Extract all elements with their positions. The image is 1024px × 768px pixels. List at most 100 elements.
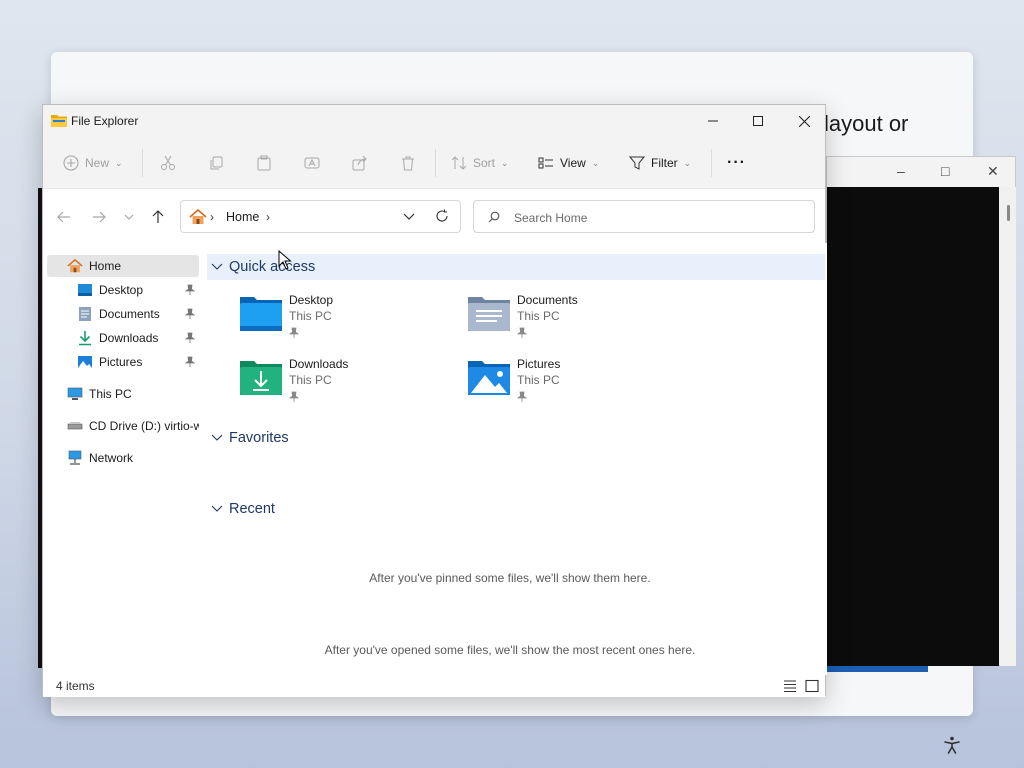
breadcrumb-separator-icon[interactable]: › <box>266 210 270 224</box>
sidebar-item-pictures[interactable]: Pictures <box>47 351 199 373</box>
minimize-button[interactable] <box>690 105 736 137</box>
tile-pictures[interactable]: Pictures This PC <box>467 353 687 409</box>
recent-locations-button[interactable] <box>118 207 140 227</box>
tile-desktop[interactable]: Desktop This PC <box>239 289 459 345</box>
console-scrollbar[interactable] <box>1000 187 1016 666</box>
close-icon <box>798 115 810 127</box>
sort-button[interactable]: Sort ⌄ <box>451 151 509 175</box>
sidebar-item-desktop[interactable]: Desktop <box>47 279 199 301</box>
plus-circle-icon <box>63 155 79 171</box>
navigation-bar: › Home › Search Home <box>43 189 825 243</box>
search-icon <box>488 211 500 223</box>
maximize-button[interactable] <box>735 105 781 137</box>
quick-access-header[interactable]: Quick access <box>207 254 825 280</box>
sort-label: Sort <box>473 156 496 170</box>
pin-icon <box>289 391 299 402</box>
view-list-icon <box>538 157 553 169</box>
sidebar-item-documents[interactable]: Documents <box>47 303 199 325</box>
console-body[interactable] <box>827 187 999 666</box>
window-title: File Explorer <box>71 114 139 128</box>
documents-icon <box>79 307 91 321</box>
arrow-right-icon <box>93 211 106 223</box>
search-box[interactable]: Search Home <box>473 200 815 233</box>
sidebar-item-label: CD Drive (D:) virtio-w <box>89 419 199 433</box>
tile-name: Downloads <box>289 357 349 371</box>
tile-downloads[interactable]: Downloads This PC <box>239 353 459 409</box>
toolbar-divider <box>435 149 436 177</box>
sidebar-item-network[interactable]: Network <box>47 447 199 469</box>
pin-icon <box>289 327 299 338</box>
filter-label: Filter <box>651 156 678 170</box>
home-icon <box>189 209 207 224</box>
tile-location: This PC <box>517 309 560 323</box>
rename-button[interactable] <box>304 151 320 175</box>
accessibility-icon[interactable] <box>942 735 962 755</box>
pin-icon <box>517 391 527 402</box>
copy-icon <box>210 156 223 170</box>
content-pane: Quick access Desktop This PC Documents T… <box>203 243 827 675</box>
paste-button[interactable] <box>256 151 272 175</box>
pin-icon <box>517 327 527 338</box>
up-button[interactable] <box>147 207 169 227</box>
title-bar[interactable]: File Explorer <box>43 105 825 137</box>
background-console-window[interactable]: – □ ✕ <box>826 156 1016 666</box>
pin-icon[interactable] <box>185 356 195 368</box>
minimize-icon[interactable]: – <box>897 163 905 179</box>
sidebar-item-home[interactable]: Home <box>47 255 199 277</box>
sidebar-item-label: Documents <box>99 307 160 321</box>
tile-location: This PC <box>517 373 560 387</box>
new-button[interactable]: New ⌄ <box>63 151 123 175</box>
arrow-left-icon <box>57 211 70 223</box>
delete-button[interactable] <box>400 151 416 175</box>
tile-location: This PC <box>289 309 332 323</box>
maximize-icon <box>753 116 763 126</box>
tile-documents[interactable]: Documents This PC <box>467 289 687 345</box>
copy-button[interactable] <box>208 151 224 175</box>
search-placeholder: Search Home <box>514 211 588 225</box>
chevron-down-icon: ⌄ <box>683 157 692 168</box>
pin-icon[interactable] <box>185 308 195 320</box>
chevron-down-icon[interactable] <box>403 209 415 223</box>
desktop-folder-icon <box>240 297 282 331</box>
view-label: View <box>560 156 586 170</box>
recent-heading: Recent <box>229 501 275 517</box>
cd-drive-icon <box>67 422 83 430</box>
quick-access-heading: Quick access <box>229 259 316 275</box>
close-icon[interactable]: ✕ <box>987 163 999 180</box>
status-bar: 4 items <box>43 675 825 697</box>
more-options-button[interactable]: ··· <box>727 151 746 175</box>
item-count: 4 items <box>56 679 95 693</box>
sidebar-item-downloads[interactable]: Downloads <box>47 327 199 349</box>
chevron-down-icon <box>211 505 223 512</box>
forward-button[interactable] <box>88 207 110 227</box>
favorites-heading: Favorites <box>229 430 289 446</box>
scissors-icon <box>161 155 175 170</box>
address-bar[interactable]: › Home › <box>180 200 461 233</box>
desktop-icon <box>78 284 92 296</box>
chevron-down-icon: ⌄ <box>115 157 123 168</box>
cut-button[interactable] <box>160 151 176 175</box>
pin-icon[interactable] <box>185 332 195 344</box>
tile-name: Documents <box>517 293 578 307</box>
file-explorer-window: File Explorer New ⌄ Sort ⌄ View ⌄ Filter… <box>42 104 827 697</box>
minimize-icon <box>708 120 718 122</box>
recent-empty-message: After you've opened some files, we'll sh… <box>324 643 696 657</box>
back-button[interactable] <box>53 207 75 227</box>
filter-button[interactable]: Filter ⌄ <box>629 151 691 175</box>
recent-header[interactable]: Recent <box>207 496 825 522</box>
close-button[interactable] <box>781 105 827 137</box>
computer-icon <box>67 387 83 400</box>
details-view-icon[interactable] <box>782 678 798 694</box>
more-options-icon: ··· <box>727 154 746 171</box>
sidebar-item-cd-drive[interactable]: CD Drive (D:) virtio-w <box>47 415 199 437</box>
breadcrumb-home[interactable]: Home <box>226 210 259 224</box>
sidebar-item-this-pc[interactable]: This PC <box>47 383 199 405</box>
large-icons-view-icon[interactable] <box>804 678 820 694</box>
maximize-icon[interactable]: □ <box>941 163 949 179</box>
share-button[interactable] <box>352 151 368 175</box>
view-button[interactable]: View ⌄ <box>538 151 599 175</box>
refresh-icon[interactable] <box>435 209 449 223</box>
favorites-header[interactable]: Favorites <box>207 425 825 451</box>
pin-icon[interactable] <box>185 284 195 296</box>
download-icon <box>79 331 91 346</box>
